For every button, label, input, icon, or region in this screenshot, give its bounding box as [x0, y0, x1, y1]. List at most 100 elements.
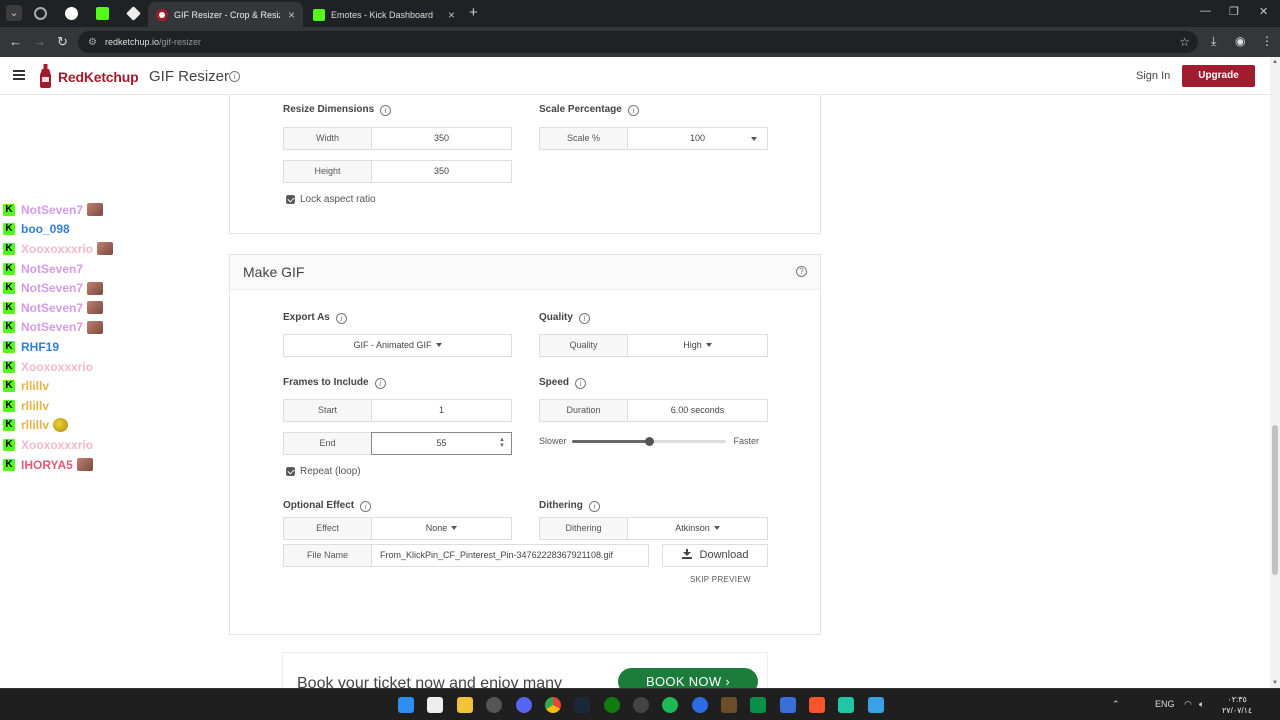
lock-aspect-checkbox[interactable]: Lock aspect ratio	[286, 194, 376, 205]
effect-select[interactable]: None	[372, 518, 511, 539]
height-input[interactable]: 350	[372, 161, 511, 182]
dithering-select[interactable]: Atkinson	[628, 518, 767, 539]
chat-username[interactable]: rllillv	[21, 379, 49, 393]
chrome-icon[interactable]	[545, 697, 561, 713]
quality-select[interactable]: High	[628, 335, 767, 356]
chat-username[interactable]: Xooxoxxxrio	[21, 242, 93, 256]
game-app-icon[interactable]	[721, 697, 737, 713]
chat-username[interactable]: IHORYA5	[21, 458, 73, 472]
chat-username[interactable]: NotSeven7	[21, 281, 83, 295]
sign-in-link[interactable]: Sign In	[1136, 70, 1170, 82]
chat-username[interactable]: NotSeven7	[21, 203, 83, 217]
tab-kick-emotes[interactable]: Emotes - Kick Dashboard ×	[305, 2, 463, 27]
pinned-tab-1[interactable]	[29, 4, 51, 23]
chat-username[interactable]: rllillv	[21, 418, 49, 432]
download-button[interactable]: Download	[662, 544, 768, 567]
capcut-icon[interactable]	[692, 697, 708, 713]
info-icon[interactable]: i	[588, 501, 600, 512]
chat-username[interactable]: RHF19	[21, 340, 59, 354]
tray-chevron-up-icon[interactable]: ⌃	[1112, 699, 1120, 710]
page-scrollbar[interactable]: ▲ ▼	[1270, 57, 1280, 688]
chat-username[interactable]: Xooxoxxxrio	[21, 360, 93, 374]
info-icon[interactable]: i	[335, 313, 347, 324]
checkbox-checked-icon[interactable]	[286, 195, 295, 204]
info-icon[interactable]: i	[575, 378, 587, 389]
chat-message: K NotSeven7	[0, 200, 150, 220]
scroll-up-icon[interactable]: ▲	[1272, 59, 1278, 65]
brave-icon[interactable]	[809, 697, 825, 713]
app-icon[interactable]	[780, 697, 796, 713]
help-icon[interactable]: ?	[796, 266, 807, 277]
obs-icon[interactable]	[633, 697, 649, 713]
minimize-icon[interactable]: —	[1200, 5, 1211, 17]
info-icon[interactable]: i	[380, 105, 392, 116]
chat-username[interactable]: NotSeven7	[21, 262, 83, 276]
chat-username[interactable]: NotSeven7	[21, 320, 83, 334]
upgrade-button[interactable]: Upgrade	[1182, 65, 1255, 87]
calendar-app-icon[interactable]	[427, 697, 443, 713]
discord-icon[interactable]	[516, 697, 532, 713]
duration-input[interactable]: 6.00 seconds	[628, 400, 767, 421]
tab-title: GIF Resizer - Crop & Resize Ani	[174, 9, 280, 20]
brand-name[interactable]: RedKetchup	[58, 69, 139, 85]
chat-username[interactable]: NotSeven7	[21, 301, 83, 315]
chat-username[interactable]: Xooxoxxxrio	[21, 438, 93, 452]
xbox-icon[interactable]	[604, 697, 620, 713]
start-frame-input[interactable]: 1	[372, 400, 511, 421]
site-info-icon[interactable]: ⚙	[88, 37, 97, 48]
info-icon[interactable]: i	[578, 313, 590, 324]
close-tab-icon[interactable]: ×	[448, 8, 455, 22]
checkbox-checked-icon[interactable]	[286, 467, 295, 476]
language-indicator[interactable]: ENG	[1155, 699, 1175, 709]
back-icon[interactable]: ←	[9, 34, 22, 49]
windows-start-icon[interactable]	[398, 697, 414, 713]
close-tab-icon[interactable]: ×	[288, 8, 295, 22]
spotify-icon[interactable]	[662, 697, 678, 713]
close-window-icon[interactable]: ✕	[1259, 5, 1268, 18]
number-spinner-icon[interactable]: ▲ ▼	[499, 437, 505, 449]
repeat-loop-checkbox[interactable]: Repeat (loop)	[286, 466, 361, 477]
info-icon[interactable]: i	[627, 105, 639, 116]
info-icon[interactable]: i	[360, 501, 372, 512]
skip-preview-link[interactable]: SKIP PREVIEW	[690, 575, 751, 584]
pinned-tab-3[interactable]	[91, 4, 113, 23]
bookmark-star-icon[interactable]: ☆	[1179, 35, 1190, 49]
chat-username[interactable]: boo_098	[21, 222, 70, 236]
export-as-select[interactable]: GIF - Animated GIF	[283, 334, 512, 357]
tab-search-icon[interactable]: ⌄	[6, 5, 22, 21]
clock[interactable]: ٠٢:٣٥ ٢٧/٠٧/١٤	[1222, 694, 1252, 716]
pinned-tab-2[interactable]	[60, 4, 82, 23]
reload-icon[interactable]: ↻	[57, 34, 68, 50]
settings-gear-icon[interactable]	[486, 697, 502, 713]
wifi-icon[interactable]: ◠	[1184, 699, 1192, 710]
maximize-icon[interactable]: ❐	[1229, 5, 1239, 18]
paint-app-icon[interactable]	[868, 697, 884, 713]
profile-icon[interactable]: ◉	[1235, 34, 1245, 48]
new-tab-icon[interactable]: +	[469, 4, 478, 21]
file-name-input[interactable]: From_KlickPin_CF_Pinterest_Pin-347622283…	[372, 545, 648, 566]
download-icon[interactable]: ⤓	[1211, 34, 1216, 49]
steam-icon[interactable]	[574, 697, 590, 713]
end-frame-input[interactable]: 55 ▲ ▼	[371, 432, 512, 455]
scrollbar-thumb[interactable]	[1272, 425, 1278, 575]
scale-select[interactable]: 100	[628, 128, 767, 149]
info-icon[interactable]: i	[374, 378, 386, 389]
forward-icon[interactable]: →	[33, 34, 46, 49]
width-input[interactable]: 350	[372, 128, 511, 149]
ad-banner[interactable]: Book your ticket now and enjoy many BOOK…	[282, 652, 768, 688]
file-explorer-icon[interactable]	[457, 697, 473, 713]
chat-username[interactable]: rllillv	[21, 399, 49, 413]
tab-gif-resizer[interactable]: GIF Resizer - Crop & Resize Ani ×	[148, 2, 303, 27]
speed-slider-track[interactable]	[572, 437, 726, 446]
volume-icon[interactable]: 🔈︎	[1199, 699, 1204, 710]
scroll-down-icon[interactable]: ▼	[1272, 680, 1278, 686]
app-icon[interactable]	[750, 697, 766, 713]
speed-slider-thumb[interactable]	[645, 437, 654, 446]
pinned-tab-4[interactable]	[122, 4, 144, 23]
menu-kebab-icon[interactable]: ⋮	[1261, 34, 1273, 48]
audio-app-icon[interactable]	[838, 697, 854, 713]
url-bar[interactable]: ⚙ redketchup.io/gif-resizer ☆	[78, 31, 1198, 53]
info-icon[interactable]: i	[229, 71, 240, 82]
hamburger-menu-icon[interactable]	[13, 70, 25, 80]
book-now-button[interactable]: BOOK NOW ›	[618, 668, 758, 688]
